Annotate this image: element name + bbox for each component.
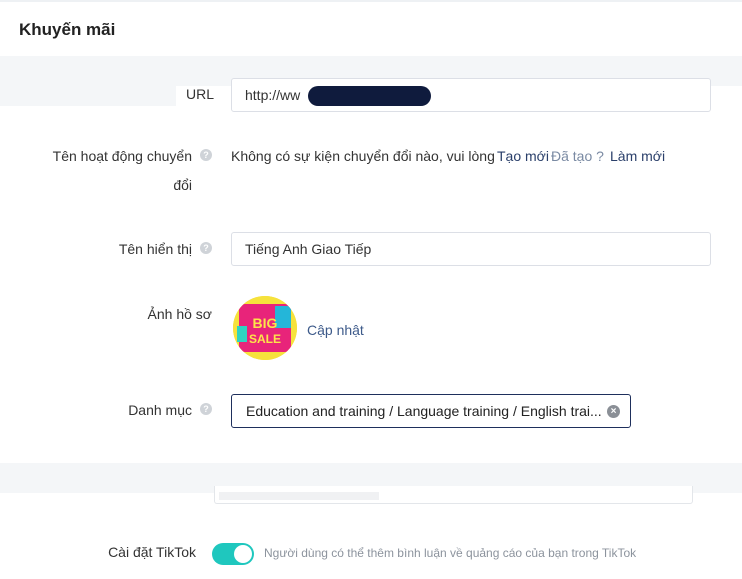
avatar[interactable]: BIG SALE <box>233 296 297 360</box>
redacted-url-mask <box>308 86 431 106</box>
tiktok-comments-description: Người dùng có thể thêm bình luận về quản… <box>264 546 637 560</box>
update-avatar-link[interactable]: Cập nhật <box>307 322 364 338</box>
question-circle-icon[interactable]: ? <box>200 242 212 254</box>
svg-text:BIG: BIG <box>253 315 278 331</box>
toggle-knob <box>234 545 252 563</box>
category-value: Education and training / Language traini… <box>246 403 602 419</box>
refresh-link[interactable]: Làm mới <box>610 148 665 164</box>
conversion-label-line2: đổi <box>173 177 192 193</box>
conversion-label-line1: Tên hoạt động chuyển <box>52 148 192 164</box>
create-new-link[interactable]: Tạo mới <box>497 148 549 164</box>
display-name-input[interactable]: Tiếng Anh Giao Tiếp <box>231 232 711 266</box>
page-title: Khuyến mãi <box>19 20 116 39</box>
display-name-label: Tên hiển thị <box>118 241 192 257</box>
tiktok-comments-toggle[interactable] <box>212 543 254 565</box>
url-label: URL <box>186 86 215 102</box>
url-input[interactable]: http://ww <box>231 78 711 112</box>
conversion-message: Không có sự kiện chuyển đổi nào, vui lòn… <box>231 148 495 164</box>
url-value: http://ww <box>245 87 301 103</box>
partial-input-content <box>219 492 379 500</box>
category-label: Danh mục <box>128 402 192 418</box>
tiktok-settings-label: Cài đặt TikTok <box>108 544 196 560</box>
section-divider-left <box>0 86 176 106</box>
category-select[interactable]: Education and training / Language traini… <box>231 394 631 428</box>
display-name-value: Tiếng Anh Giao Tiếp <box>245 241 372 257</box>
top-divider <box>0 0 742 2</box>
question-circle-icon[interactable]: ? <box>200 403 212 415</box>
question-circle-icon[interactable]: ? <box>200 149 212 161</box>
already-created-link[interactable]: Đã tạo ? <box>551 148 604 164</box>
profile-image-label: Ảnh hồ sơ <box>147 306 212 322</box>
close-circle-icon[interactable]: × <box>607 405 620 418</box>
big-sale-image: BIG SALE <box>233 296 297 360</box>
svg-text:SALE: SALE <box>249 332 281 346</box>
